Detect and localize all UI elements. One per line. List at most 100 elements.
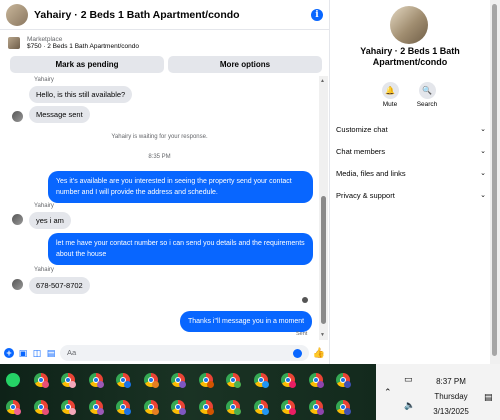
chevron-down-icon: ⌄ — [480, 170, 486, 177]
chrome-profile-icon[interactable] — [171, 400, 186, 415]
panel-scrollbar[interactable] — [490, 0, 500, 364]
clock-time: 8:37 PM — [436, 377, 466, 386]
outgoing-message[interactable]: Yes it's available are you interested in… — [48, 171, 313, 203]
like-icon[interactable]: 👍 — [313, 348, 325, 359]
profile-badge-icon — [206, 408, 214, 415]
message-input[interactable]: Aa — [60, 345, 309, 361]
notification-icon[interactable]: ▤ — [484, 392, 493, 403]
contact-avatar-large[interactable] — [390, 6, 428, 44]
profile-badge-icon — [179, 408, 186, 415]
system-notice: Yahairy is waiting for your response. — [111, 134, 208, 140]
image-icon[interactable]: ▣ — [18, 348, 28, 358]
profile-badge-icon — [316, 381, 324, 388]
listing-title[interactable]: $750 · 2 Beds 1 Bath Apartment/condo — [27, 43, 139, 50]
incoming-message[interactable]: Message sent — [29, 106, 90, 123]
profile-badge-icon — [14, 408, 21, 415]
chrome-profile-icon[interactable] — [143, 400, 159, 415]
contact-avatar[interactable] — [6, 3, 28, 26]
tray-overflow-icon[interactable]: ⌃ — [384, 387, 392, 398]
profile-badge-icon — [234, 381, 241, 388]
emoji-icon[interactable] — [292, 348, 302, 358]
chrome-profile-icon[interactable] — [281, 373, 296, 388]
chrome-profile-icon[interactable] — [33, 400, 49, 415]
network-icon[interactable]: ▭ — [404, 374, 413, 385]
profile-badge-icon — [234, 408, 241, 415]
chrome-profile-icon[interactable] — [6, 400, 21, 415]
profile-badge-icon — [41, 381, 49, 388]
mark-as-pending-button[interactable]: Mark as pending — [10, 56, 164, 73]
incoming-message[interactable]: yes i am — [29, 212, 71, 229]
listing-thumbnail[interactable] — [8, 37, 20, 49]
outgoing-message[interactable]: Thanks i"ll message you in a moment — [180, 311, 313, 332]
chat-members-item[interactable]: Chat members ⌄ — [336, 147, 486, 156]
clock-day: Thursday — [434, 392, 468, 401]
chrome-profile-icon[interactable] — [88, 400, 104, 415]
chrome-profile-icon[interactable] — [116, 400, 131, 415]
message-input-placeholder: Aa — [67, 348, 77, 357]
privacy-support-label: Privacy & support — [336, 191, 395, 200]
incoming-message[interactable]: Hello, is this still available? — [29, 86, 133, 103]
chrome-profile-icon[interactable] — [198, 400, 214, 415]
media-files-links-item[interactable]: Media, files and links ⌄ — [336, 169, 486, 178]
profile-badge-icon — [316, 408, 324, 415]
contact-avatar-small[interactable] — [12, 279, 23, 290]
chrome-profile-icon[interactable] — [143, 373, 159, 388]
message-timestamp: 8:35 PM — [148, 154, 171, 160]
sender-name: Yahairy — [34, 203, 54, 209]
more-options-button[interactable]: More options — [168, 56, 322, 73]
chrome-profile-icon[interactable] — [253, 373, 269, 388]
bell-icon: 🔔 — [381, 82, 399, 99]
chrome-profile-icon[interactable] — [226, 400, 241, 415]
chrome-profile-icon[interactable] — [281, 400, 296, 415]
outgoing-message[interactable]: let me have your contact number so i can… — [48, 233, 313, 265]
chrome-profile-icon[interactable] — [61, 400, 76, 415]
profile-badge-icon — [96, 381, 104, 388]
chat-title[interactable]: Yahairy · 2 Beds 1 Bath Apartment/condo — [34, 9, 311, 21]
chrome-profile-icon[interactable] — [116, 373, 131, 388]
chrome-profile-icon[interactable] — [308, 400, 324, 415]
chrome-profile-icon[interactable] — [171, 373, 186, 388]
chat-members-label: Chat members — [336, 147, 386, 156]
whatsapp-icon[interactable] — [6, 373, 20, 387]
profile-badge-icon — [206, 381, 214, 388]
chrome-profile-icon[interactable] — [308, 373, 324, 388]
profile-badge-icon — [261, 381, 269, 388]
mute-button[interactable]: 🔔 Mute — [375, 82, 405, 108]
incoming-message[interactable]: 678-507-8702 — [29, 277, 90, 294]
info-icon[interactable]: i — [311, 8, 323, 21]
privacy-support-item[interactable]: Privacy & support ⌄ — [336, 191, 486, 200]
sticker-icon[interactable]: ◫ — [32, 348, 42, 358]
chat-scrollbar[interactable]: ▲ ▼ — [319, 76, 328, 340]
contact-name: Yahairy · 2 Beds 1 Bath Apartment/condo — [360, 46, 460, 67]
profile-badge-icon — [41, 408, 49, 415]
chrome-profile-icon[interactable] — [336, 373, 351, 388]
profile-badge-icon — [96, 408, 104, 415]
message-list: Yahairy Hello, is this still available? … — [0, 76, 319, 340]
profile-badge-icon — [289, 408, 296, 415]
marketplace-label: Marketplace — [27, 36, 63, 43]
chrome-profile-icon[interactable] — [336, 400, 351, 415]
profile-badge-icon — [179, 381, 186, 388]
chrome-profile-icon[interactable] — [61, 373, 76, 388]
customize-chat-item[interactable]: Customize chat ⌄ — [336, 125, 486, 134]
profile-badge-icon — [69, 381, 76, 388]
contact-avatar-small[interactable] — [12, 214, 23, 225]
search-icon: 🔍 — [418, 82, 436, 99]
chrome-profile-icon[interactable] — [88, 373, 104, 388]
contact-avatar-small[interactable] — [12, 111, 23, 122]
scroll-down-arrow-icon[interactable]: ▼ — [320, 332, 325, 338]
gif-icon[interactable]: ▤ — [46, 348, 56, 358]
chrome-profile-icon[interactable] — [253, 400, 269, 415]
panel-scroll-thumb[interactable] — [492, 4, 497, 356]
chrome-profile-icon[interactable] — [33, 373, 49, 388]
plus-icon[interactable]: + — [4, 348, 14, 358]
search-button[interactable]: 🔍 Search — [412, 82, 442, 108]
chat-scroll-thumb[interactable] — [321, 196, 326, 324]
clock[interactable]: 8:37 PM Thursday 3/13/2025 — [421, 374, 481, 419]
windows-taskbar: ▭ 🔈 ⌃ 8:37 PM Thursday 3/13/2025 ▤ — [0, 364, 500, 420]
chrome-profile-icon[interactable] — [198, 373, 214, 388]
scroll-up-arrow-icon[interactable]: ▲ — [320, 78, 325, 84]
chrome-profile-icon[interactable] — [226, 373, 241, 388]
volume-icon[interactable]: 🔈 — [404, 400, 415, 411]
system-tray: ▭ 🔈 ⌃ 8:37 PM Thursday 3/13/2025 ▤ — [376, 364, 500, 420]
